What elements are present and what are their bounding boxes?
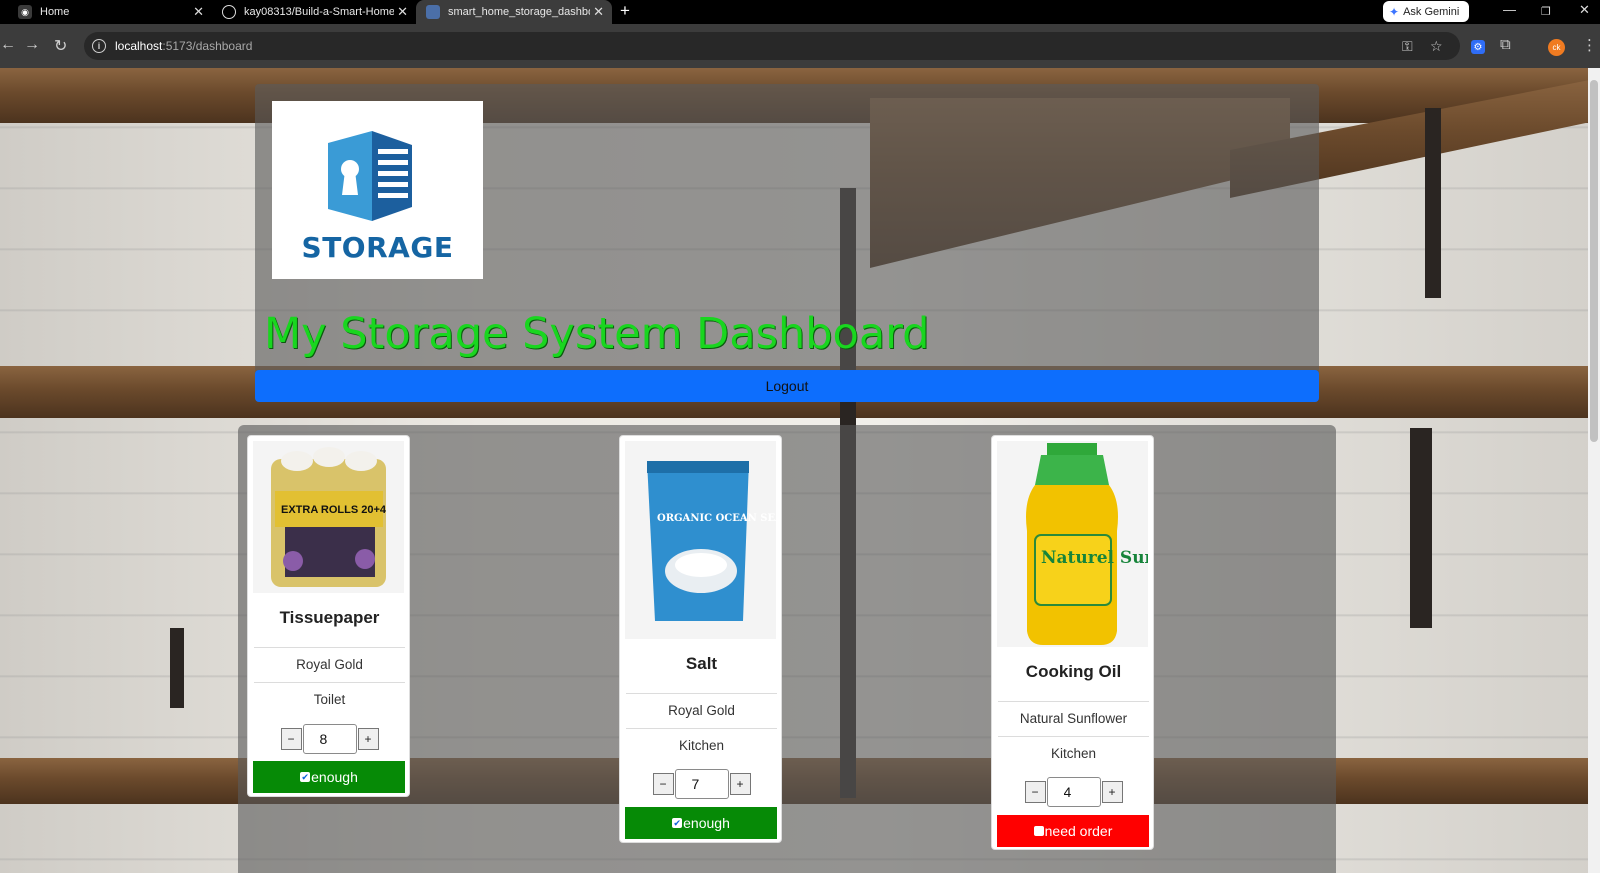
url-host: localhost bbox=[115, 39, 163, 53]
increment-button[interactable]: + bbox=[357, 728, 379, 750]
product-brand: Royal Gold bbox=[626, 693, 777, 727]
info-icon[interactable]: i bbox=[92, 39, 106, 53]
status-label: need order bbox=[1044, 823, 1113, 839]
decrement-button[interactable]: − bbox=[652, 773, 674, 795]
quantity-stepper: − + bbox=[992, 777, 1155, 807]
reload-icon[interactable]: ↻ bbox=[54, 36, 67, 56]
dashboard-header: STORAGE My Storage System Dashboard Logo… bbox=[255, 84, 1319, 402]
oil-bottle-icon: Naturel Sunflower bbox=[1026, 443, 1216, 645]
product-card: ORGANIC OCEAN SEA SALT Salt Royal Gold K… bbox=[619, 435, 816, 843]
page-title: My Storage System Dashboard bbox=[264, 309, 930, 359]
product-name: Tissuepaper bbox=[279, 608, 380, 627]
tab-dashboard[interactable]: smart_home_storage_dashboard ✕ bbox=[416, 0, 612, 24]
page-scrollbar[interactable] bbox=[1588, 68, 1600, 873]
profile-avatar[interactable]: ck bbox=[1548, 39, 1565, 56]
extensions-icon[interactable]: ⧉ bbox=[1500, 36, 1511, 53]
salt-pack-text: ORGANIC OCEAN SEA SALT bbox=[657, 513, 776, 524]
gemini-sparkle-icon: ✦ bbox=[1389, 4, 1400, 19]
ask-gemini-button[interactable]: ✦ Ask Gemini bbox=[1383, 1, 1469, 22]
new-tab-icon[interactable]: + bbox=[620, 1, 630, 21]
oil-pack-text: Naturel Sunflower bbox=[1041, 548, 1148, 568]
minimize-icon[interactable]: — bbox=[1503, 2, 1516, 17]
status-toggle[interactable]: need order bbox=[997, 815, 1149, 847]
product-image: ORGANIC OCEAN SEA SALT bbox=[625, 441, 816, 639]
tab-github-repo[interactable]: kay08313/Build-a-Smart-Home ✕ bbox=[212, 0, 416, 24]
quantity-stepper: − + bbox=[248, 724, 411, 754]
storage-logo: STORAGE bbox=[272, 101, 483, 279]
checkbox-checked-icon[interactable]: ✔ bbox=[300, 772, 311, 782]
url-path: :5173/dashboard bbox=[162, 39, 253, 53]
product-image: EXTRA ROLLS 20+4 bbox=[253, 441, 404, 593]
increment-button[interactable]: + bbox=[1101, 781, 1123, 803]
products-panel: EXTRA ROLLS 20+4 Tissuepaper Royal Gold … bbox=[238, 425, 1336, 873]
status-toggle[interactable]: ✔ enough bbox=[625, 807, 777, 839]
product-brand: Natural Sunflower bbox=[998, 701, 1149, 735]
tissue-pack-text: EXTRA ROLLS 20+4 bbox=[281, 504, 387, 516]
product-location: Toilet bbox=[254, 682, 405, 716]
close-tab-icon[interactable]: ✕ bbox=[397, 4, 408, 20]
product-card: EXTRA ROLLS 20+4 Tissuepaper Royal Gold … bbox=[247, 435, 410, 797]
menu-icon[interactable]: ⋮ bbox=[1582, 36, 1597, 54]
extension-blue-icon[interactable]: ⚙ bbox=[1471, 40, 1485, 54]
quantity-input[interactable] bbox=[1046, 777, 1101, 807]
increment-button[interactable]: + bbox=[729, 773, 751, 795]
star-icon[interactable]: ☆ bbox=[1430, 38, 1443, 55]
checkbox-checked-icon[interactable]: ✔ bbox=[672, 818, 683, 828]
storage-box-icon bbox=[328, 131, 412, 221]
page-viewport: STORAGE My Storage System Dashboard Logo… bbox=[0, 68, 1600, 873]
scrollbar-thumb[interactable] bbox=[1590, 80, 1598, 442]
logout-button[interactable]: Logout bbox=[255, 370, 1319, 402]
github-icon bbox=[222, 5, 236, 19]
key-icon[interactable]: ⚿ bbox=[1402, 38, 1413, 55]
ask-gemini-label: Ask Gemini bbox=[1403, 5, 1460, 18]
salt-pack-icon: ORGANIC OCEAN SEA SALT bbox=[647, 461, 816, 621]
close-tab-icon[interactable]: ✕ bbox=[193, 4, 204, 20]
checkbox-unchecked-icon[interactable] bbox=[1033, 826, 1044, 836]
product-name: Salt bbox=[685, 654, 718, 673]
tab-title: Home bbox=[40, 6, 70, 18]
tissue-pack-icon: EXTRA ROLLS 20+4 bbox=[271, 447, 387, 587]
tab-title: smart_home_storage_dashboard bbox=[448, 6, 590, 18]
tab-favicon-icon: ◉ bbox=[18, 5, 32, 19]
status-label: enough bbox=[311, 769, 358, 785]
tab-home[interactable]: ◉ Home ✕ bbox=[8, 0, 212, 24]
shelf-bracket bbox=[1410, 428, 1432, 628]
status-label: enough bbox=[683, 815, 730, 831]
quantity-stepper: − + bbox=[620, 769, 783, 799]
close-tab-icon[interactable]: ✕ bbox=[593, 4, 604, 20]
browser-toolbar: ← → ↻ i localhost:5173/dashboard ⚿ ☆ ⧉ ⋮ bbox=[0, 24, 1600, 68]
shelf-bracket bbox=[170, 628, 184, 708]
product-location: Kitchen bbox=[626, 728, 777, 762]
product-card: Naturel Sunflower Cooking Oil Natural Su… bbox=[991, 435, 1216, 850]
close-window-icon[interactable]: ✕ bbox=[1579, 2, 1590, 18]
product-brand: Royal Gold bbox=[254, 647, 405, 681]
tab-title: kay08313/Build-a-Smart-Home bbox=[244, 6, 394, 18]
product-image: Naturel Sunflower bbox=[997, 441, 1216, 647]
status-toggle[interactable]: ✔ enough bbox=[253, 761, 405, 793]
decrement-button[interactable]: − bbox=[1024, 781, 1046, 803]
restore-icon[interactable]: ❐ bbox=[1541, 5, 1551, 18]
forward-icon[interactable]: → bbox=[24, 36, 40, 54]
address-bar[interactable]: i localhost:5173/dashboard ⚿ ☆ bbox=[84, 32, 1460, 60]
browser-tab-bar: ◉ Home ✕ kay08313/Build-a-Smart-Home ✕ s… bbox=[0, 0, 1600, 24]
logo-text: STORAGE bbox=[301, 231, 454, 264]
quantity-input[interactable] bbox=[674, 769, 729, 799]
shelf-bracket bbox=[1425, 108, 1441, 298]
tab-favicon-icon bbox=[426, 5, 440, 19]
quantity-input[interactable] bbox=[302, 724, 357, 754]
product-name: Cooking Oil bbox=[1025, 662, 1122, 681]
decrement-button[interactable]: − bbox=[280, 728, 302, 750]
product-location: Kitchen bbox=[998, 736, 1149, 770]
back-icon[interactable]: ← bbox=[0, 36, 16, 54]
